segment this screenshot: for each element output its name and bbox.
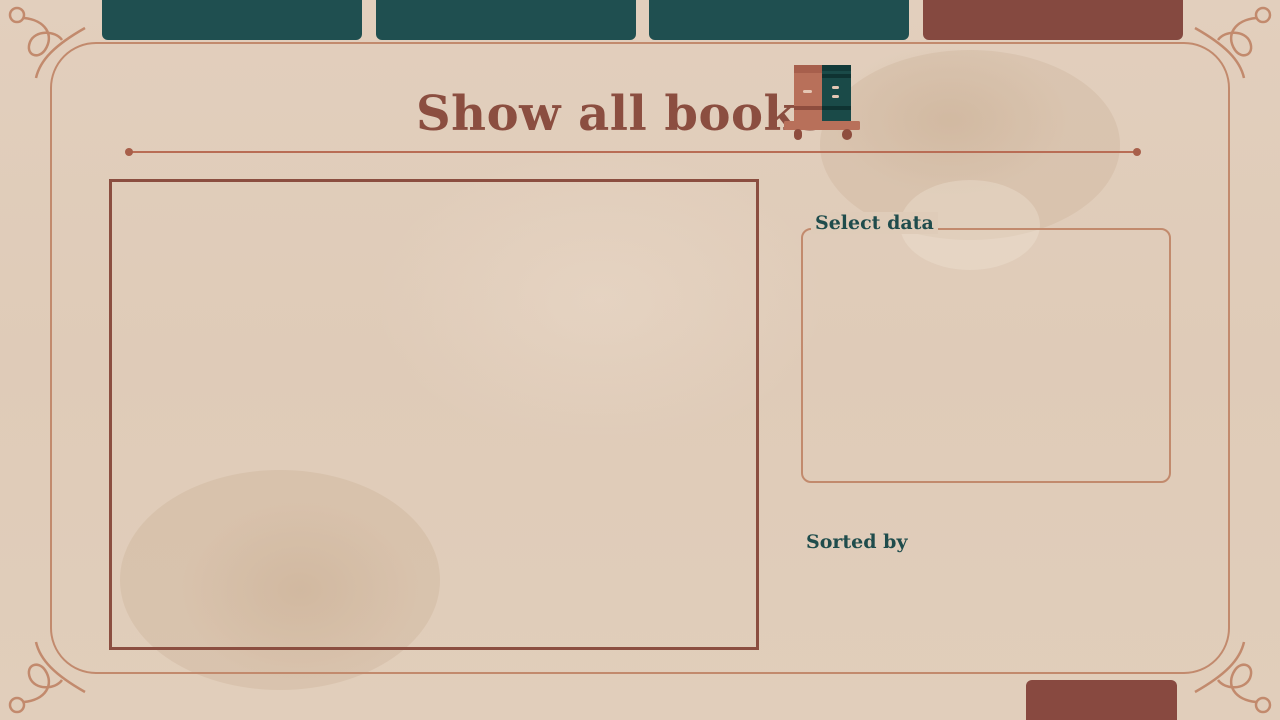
sorted-by-label: Sorted by [806, 531, 908, 553]
title-divider [125, 148, 1141, 156]
bottom-action-button[interactable] [1026, 680, 1177, 720]
nav-tab-3[interactable] [649, 0, 909, 40]
select-data-legend: Select data [811, 212, 938, 234]
nav-tab-2[interactable] [376, 0, 636, 40]
bookshelf-icon [784, 65, 860, 140]
book-display-canvas[interactable] [109, 179, 759, 650]
nav-tab-1[interactable] [102, 0, 362, 40]
corner-ornament-icon [8, 6, 86, 79]
nav-tab-4-active[interactable] [923, 0, 1183, 40]
corner-ornament-icon [1194, 641, 1272, 714]
page-title: Show all books [416, 86, 825, 142]
select-data-panel[interactable] [801, 228, 1171, 483]
corner-ornament-icon [1194, 6, 1272, 79]
corner-ornament-icon [8, 641, 86, 714]
